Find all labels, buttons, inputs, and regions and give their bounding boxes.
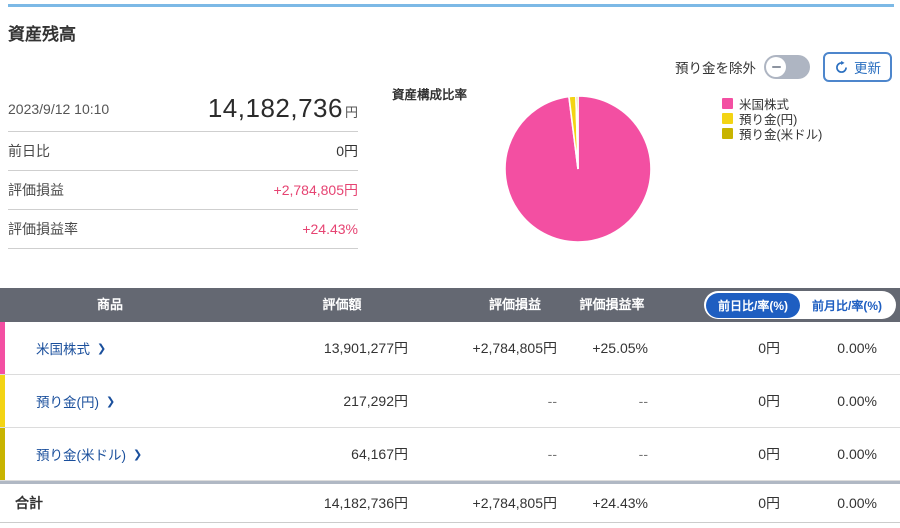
asset-composition-pie-chart <box>503 94 653 244</box>
table-row-us-stocks: 米国株式 ❯ 13,901,277円 +2,784,805円 +25.05% 0円… <box>0 322 900 375</box>
top-controls: 預り金を除外 更新 <box>675 52 892 82</box>
period-toggle-day[interactable]: 前日比/率(%) <box>706 293 800 318</box>
total-label: 合計 <box>15 493 43 513</box>
cell-value: 217,292円 <box>343 391 408 411</box>
pie-legend: 米国株式 預り金(円) 預り金(米ドル) <box>722 96 822 140</box>
summary-total-row: 2023/9/12 10:10 14,182,736 円 <box>8 86 358 132</box>
cell-value: 13,901,277円 <box>324 338 408 358</box>
page-title: 資産残高 <box>8 20 76 45</box>
cell-value: 64,167円 <box>351 444 408 464</box>
asset-balance-page: 資産残高 預り金を除外 更新 2023/9/12 10:10 14,182,73… <box>0 0 900 528</box>
row-link-deposit-jpy[interactable]: 預り金(円) ❯ <box>36 391 115 411</box>
cell-total-gain: +2,784,805円 <box>473 493 557 513</box>
row-link-us-stocks[interactable]: 米国株式 ❯ <box>36 338 106 358</box>
row-stripe-dark-yellow <box>0 428 5 480</box>
header-value: 評価額 <box>282 288 402 322</box>
summary-gain-row: 評価損益 +2,784,805円 <box>8 171 358 210</box>
row-stripe-yellow <box>0 375 5 427</box>
summary-day-change-row: 前日比 0円 <box>8 132 358 171</box>
cell-gain-rate: +25.05% <box>592 340 648 356</box>
table-row-total: 合計 14,182,736円 +2,784,805円 +24.43% 0円 0.… <box>0 484 900 523</box>
pie-chart-title: 資産構成比率 <box>392 84 467 103</box>
chevron-right-icon: ❯ <box>106 395 115 408</box>
exclude-deposit-toggle[interactable] <box>764 55 810 79</box>
exclude-deposit-label: 預り金を除外 <box>675 57 756 77</box>
cell-day-rate: 0.00% <box>837 340 877 356</box>
chevron-right-icon: ❯ <box>97 342 106 355</box>
timestamp: 2023/9/12 10:10 <box>8 101 109 117</box>
header-product: 商品 <box>60 288 160 322</box>
row-label: 米国株式 <box>36 338 90 358</box>
asset-table: 商品 評価額 評価損益 評価損益率 前日比/率(%) 前月比/率(%) 米国株式… <box>0 288 900 523</box>
refresh-button[interactable]: 更新 <box>823 52 892 82</box>
cell-total-day-change: 0円 <box>758 493 780 513</box>
legend-swatch-yellow <box>722 113 733 124</box>
header-gain-rate: 評価損益率 <box>552 288 672 322</box>
legend-item-deposit-usd: 預り金(米ドル) <box>722 126 822 140</box>
cell-gain-rate: -- <box>639 446 648 462</box>
row-link-deposit-usd[interactable]: 預り金(米ドル) ❯ <box>36 444 142 464</box>
cell-total-day-rate: 0.00% <box>837 495 877 511</box>
legend-label: 預り金(米ドル) <box>739 124 822 143</box>
total-asset-unit: 円 <box>345 102 358 121</box>
gain-rate-label: 評価損益率 <box>8 219 78 239</box>
total-asset-number: 14,182,736 <box>208 93 343 124</box>
day-change-label: 前日比 <box>8 141 50 161</box>
cell-day-change: 0円 <box>758 338 780 358</box>
cell-day-change: 0円 <box>758 444 780 464</box>
period-toggle-month[interactable]: 前月比/率(%) <box>800 293 894 318</box>
legend-swatch-pink <box>722 98 733 109</box>
row-stripe-pink <box>0 322 5 374</box>
gain-label: 評価損益 <box>8 180 64 200</box>
table-row-deposit-jpy: 預り金(円) ❯ 217,292円 -- -- 0円 0.00% <box>0 375 900 428</box>
table-header: 商品 評価額 評価損益 評価損益率 前日比/率(%) 前月比/率(%) <box>0 288 900 322</box>
summary-panel: 2023/9/12 10:10 14,182,736 円 前日比 0円 評価損益… <box>8 86 358 249</box>
refresh-icon <box>834 60 849 75</box>
row-label: 預り金(円) <box>36 391 99 411</box>
cell-total-gain-rate: +24.43% <box>592 495 648 511</box>
cell-gain-rate: -- <box>639 393 648 409</box>
cell-day-change: 0円 <box>758 391 780 411</box>
gain-rate-value: +24.43% <box>302 221 358 237</box>
total-asset-amount: 14,182,736 円 <box>208 93 358 124</box>
minus-icon <box>772 66 781 68</box>
table-row-deposit-usd: 預り金(米ドル) ❯ 64,167円 -- -- 0円 0.00% <box>0 428 900 481</box>
cell-gain: -- <box>548 393 557 409</box>
refresh-label: 更新 <box>854 57 881 77</box>
cell-gain: +2,784,805円 <box>473 338 557 358</box>
cell-day-rate: 0.00% <box>837 446 877 462</box>
toggle-knob <box>766 57 786 77</box>
cell-day-rate: 0.00% <box>837 393 877 409</box>
cell-total-value: 14,182,736円 <box>324 493 408 513</box>
top-divider <box>8 4 894 7</box>
row-label: 預り金(米ドル) <box>36 444 126 464</box>
period-toggle-group: 前日比/率(%) 前月比/率(%) <box>704 291 896 319</box>
summary-gain-rate-row: 評価損益率 +24.43% <box>8 210 358 249</box>
chevron-right-icon: ❯ <box>133 448 142 461</box>
day-change-value: 0円 <box>336 141 358 161</box>
gain-value: +2,784,805円 <box>274 180 358 200</box>
cell-gain: -- <box>548 446 557 462</box>
legend-swatch-dark-yellow <box>722 128 733 139</box>
